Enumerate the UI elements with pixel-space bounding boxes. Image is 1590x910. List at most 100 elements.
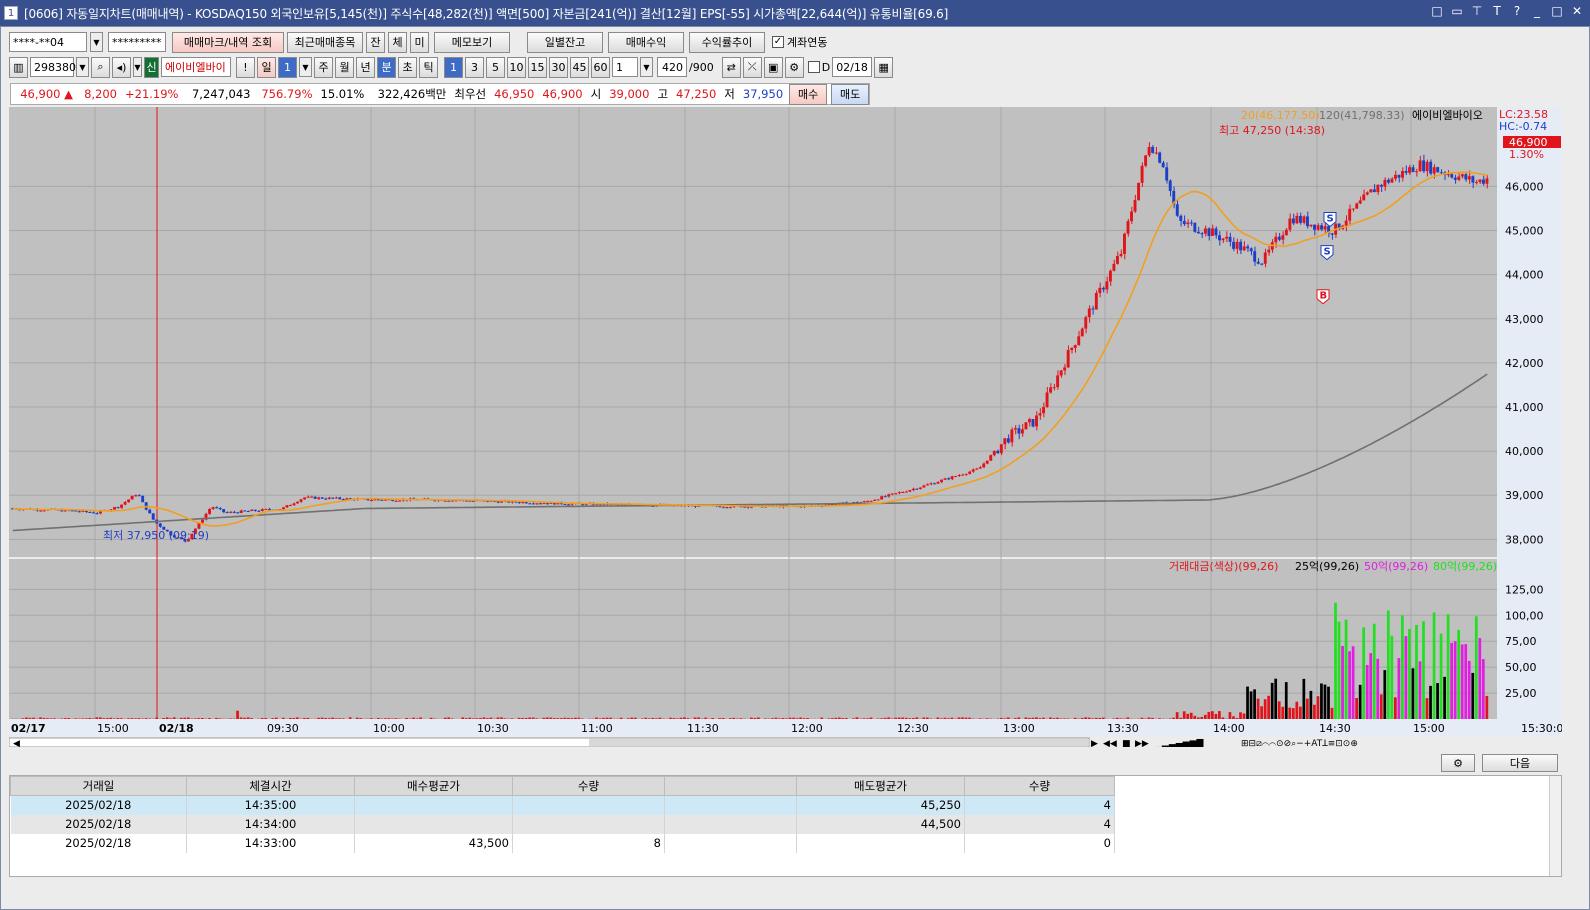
candle-body — [1481, 179, 1485, 184]
col-sell-qty-header[interactable]: 수량 — [964, 776, 1115, 796]
executed-button[interactable]: 체 — [388, 31, 407, 53]
checkbox-icon[interactable]: ✓ — [772, 36, 784, 48]
period-month-button[interactable]: 월 — [335, 56, 354, 78]
candle-body — [74, 510, 78, 512]
period-year-button[interactable]: 년 — [356, 56, 375, 78]
trade-mark-search-button[interactable]: 매매마크/내역 조회 — [172, 31, 284, 53]
search-icon[interactable]: ⌕ — [91, 56, 110, 78]
unfilled-button[interactable]: 미 — [410, 31, 429, 53]
alert-button[interactable]: ! — [236, 56, 255, 78]
table-scrollbar[interactable] — [1549, 776, 1561, 876]
day-count-value[interactable]: 1 — [278, 56, 297, 78]
volume-bar — [1302, 678, 1306, 719]
profit-rate-button[interactable]: 수익률추이 — [689, 31, 765, 53]
interval-input[interactable]: 1 — [612, 57, 638, 77]
period-day-button[interactable]: 일 — [257, 56, 276, 78]
minute-10-button[interactable]: 10 — [507, 56, 526, 78]
balance-button[interactable]: 잔 — [366, 31, 385, 53]
volume-bar — [429, 717, 433, 719]
minute-15-button[interactable]: 15 — [528, 56, 547, 78]
save-icon[interactable]: ▣ — [763, 56, 783, 78]
scrollbar-thumb[interactable] — [589, 739, 1089, 746]
col-date-header[interactable]: 거래일 — [10, 776, 187, 796]
password-input[interactable]: ********* — [108, 32, 166, 52]
account-link-label: 계좌연동 — [787, 36, 828, 49]
col-time-header[interactable]: 체결시간 — [186, 776, 355, 796]
table-settings-icon[interactable]: ⚙ — [1441, 754, 1475, 772]
period-tick-button[interactable]: 틱 — [419, 56, 438, 78]
date-checkbox[interactable] — [807, 61, 820, 73]
pin-icon[interactable]: ⊤ — [1470, 4, 1484, 18]
period-minute-button[interactable]: 분 — [377, 56, 396, 78]
volume-bar — [486, 718, 489, 719]
volume-bar — [524, 718, 528, 719]
minute-5-button[interactable]: 5 — [486, 56, 505, 78]
interval-dropdown[interactable]: ▼ — [640, 57, 653, 77]
date-input[interactable]: 02/18 — [832, 57, 873, 77]
candle-body — [229, 511, 233, 513]
period-week-button[interactable]: 주 — [314, 56, 333, 78]
speaker-icon[interactable]: ◂) — [112, 56, 131, 78]
minimize-icon[interactable]: _ — [1530, 4, 1544, 18]
account-input[interactable]: ****-**04 — [9, 32, 87, 52]
font-icon[interactable]: T — [1490, 4, 1504, 18]
buy-button[interactable]: 매수 — [789, 83, 828, 105]
scroll-left-icon[interactable]: ◀ — [13, 739, 20, 747]
cell-buy-avg: 43,500 — [354, 833, 513, 853]
volume-bar — [866, 718, 869, 719]
restore-layout-icon[interactable]: ▭ — [1450, 4, 1464, 18]
price-chart[interactable]: B S S 46,000 45,000 44,000 43,000 42,000 41,000… — [9, 107, 1562, 747]
recent-trades-button[interactable]: 최근매매종목 — [287, 31, 363, 53]
minute-1-button[interactable]: 1 — [444, 56, 463, 78]
daily-balance-button[interactable]: 일별잔고 — [527, 31, 603, 53]
trade-profit-button[interactable]: 매매수익 — [608, 31, 684, 53]
col-buy-avg-header[interactable]: 매수평균가 — [354, 776, 513, 796]
drawing-tools-icon[interactable]: ⊞⊟⧄⌒⌒⊙⊘⌕−+ATꓕ≡⊡⊙⊕ — [1241, 739, 1358, 747]
minute-45-button[interactable]: 45 — [570, 56, 589, 78]
table-row[interactable]: 2025/02/18 14:34:00 44,500 4 — [10, 814, 1115, 834]
volume-bar — [605, 717, 609, 719]
table-row[interactable]: 2025/02/18 14:33:00 43,500 8 0 — [10, 833, 1115, 853]
volume-bar — [711, 717, 715, 719]
col-buy-qty-header[interactable]: 수량 — [512, 776, 665, 796]
bar-count-input[interactable]: 420 — [657, 57, 687, 77]
day-count-dropdown[interactable]: ▼ — [299, 57, 312, 77]
maximize-icon[interactable]: □ — [1550, 4, 1564, 18]
account-dropdown[interactable]: ▼ — [90, 32, 103, 52]
volume-bar — [1478, 638, 1482, 719]
zoom-slider-icon[interactable]: ▁▂▃▄▅▆▇ — [1154, 738, 1205, 747]
volume-bar — [1094, 717, 1098, 719]
code-input[interactable]: 298380 — [30, 57, 76, 77]
speaker-dropdown[interactable]: ▼ — [133, 57, 142, 77]
col-sell-avg-header[interactable]: 매도평균가 — [796, 776, 965, 796]
minute-60-button[interactable]: 60 — [591, 56, 610, 78]
settings-icon[interactable]: ⚙ — [784, 56, 804, 78]
volume-bar — [1425, 698, 1429, 719]
minute-30-button[interactable]: 30 — [549, 56, 568, 78]
scroll-right-icon[interactable]: ▶ — [1091, 739, 1098, 747]
layout-icon[interactable]: □ — [1430, 4, 1444, 18]
scroll-prev-icon[interactable]: ◀◀ — [1103, 739, 1117, 747]
code-dropdown[interactable]: ▼ — [76, 57, 89, 77]
minute-3-button[interactable]: 3 — [465, 56, 484, 78]
screen-icon[interactable]: ▥ — [9, 56, 28, 78]
close-icon[interactable]: ✕ — [1570, 4, 1584, 18]
volume-bar — [609, 717, 612, 719]
best-bid: 46,900 — [542, 87, 583, 101]
help-icon[interactable]: ? — [1510, 4, 1524, 18]
compare-icon[interactable]: ⇄ — [721, 56, 741, 78]
sell-button[interactable]: 매도 — [831, 83, 870, 105]
calendar-icon[interactable]: ▦ — [874, 56, 894, 78]
candle-body — [936, 482, 940, 484]
table-row[interactable]: 2025/02/18 14:35:00 45,250 4 — [10, 795, 1115, 815]
period-second-button[interactable]: 초 — [398, 56, 417, 78]
stock-name-field[interactable]: 에이비엘바이 — [161, 57, 231, 77]
volume-bar — [1235, 717, 1239, 719]
account-link-toggle[interactable]: ✓ 계좌연동 — [772, 34, 827, 50]
next-button[interactable]: 다음 — [1482, 754, 1558, 772]
stop-icon[interactable]: ■ — [1122, 739, 1131, 747]
volume-bar — [647, 718, 651, 719]
scroll-next-icon[interactable]: ▶▶ — [1135, 739, 1149, 747]
memo-button[interactable]: 메모보기 — [434, 31, 510, 53]
cross-icon[interactable]: ⤫ — [742, 56, 762, 78]
